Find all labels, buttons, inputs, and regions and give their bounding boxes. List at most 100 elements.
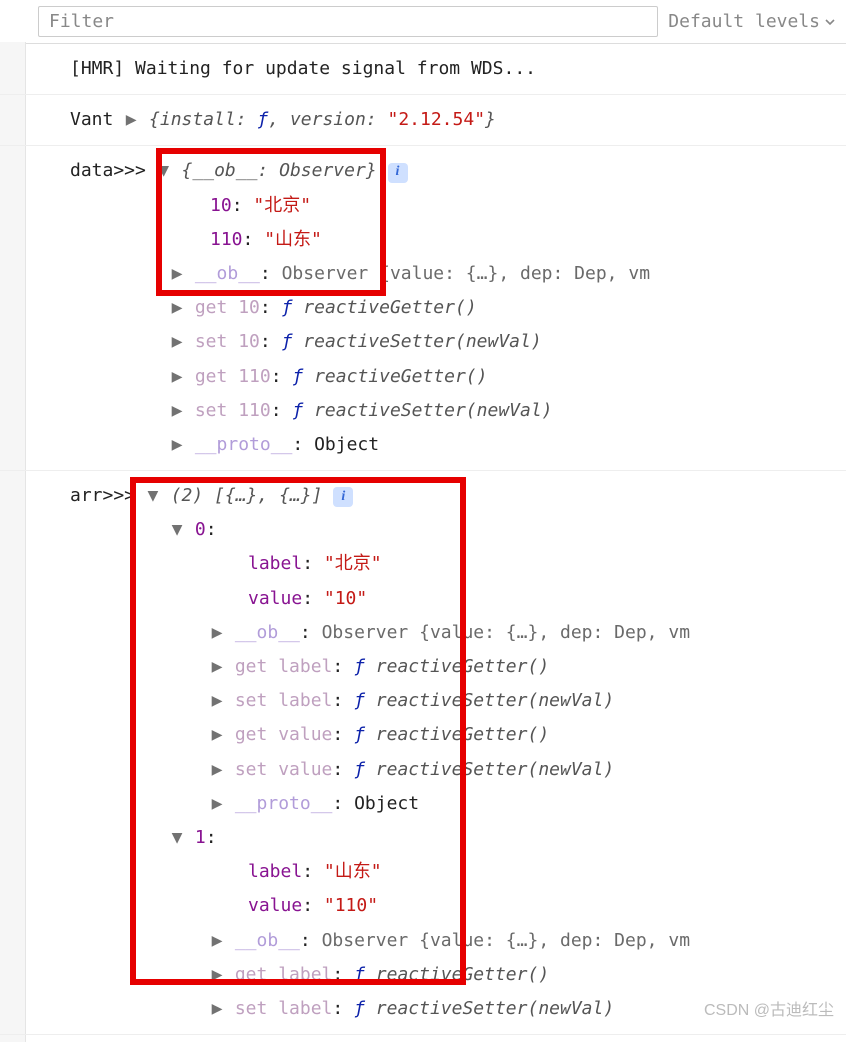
gs: set xyxy=(235,998,268,1019)
gs-fn: reactiveGetter() xyxy=(376,656,549,677)
proto-key: __proto__ xyxy=(235,793,333,814)
ob-key-dim: __ob__ xyxy=(235,930,300,951)
gs-k: label xyxy=(278,656,332,677)
fn-glyph: ƒ xyxy=(354,656,365,677)
gs-fn: reactiveGetter() xyxy=(376,724,549,745)
entry-key-110: 110 xyxy=(210,229,243,250)
arr-idx-1: 1 xyxy=(195,827,206,848)
fn-glyph: ƒ xyxy=(292,366,303,387)
ob-key-dim: __ob__ xyxy=(235,622,300,643)
value-key: value xyxy=(248,895,302,916)
label-val: "北京" xyxy=(324,553,382,574)
console-toolbar: Default levels xyxy=(0,0,846,44)
collapse-icon[interactable]: ▼ xyxy=(146,479,160,513)
vant-prefix: Vant xyxy=(70,109,124,130)
gs-k: value xyxy=(278,759,332,780)
log-levels-dropdown[interactable]: Default levels xyxy=(668,11,836,32)
ob-key: __ob__ xyxy=(192,160,257,181)
gs: get xyxy=(235,724,268,745)
expand-icon[interactable]: ▶ xyxy=(210,616,224,650)
data-prefix: data>>> xyxy=(70,160,157,181)
observer-tail-3: {value: {…}, dep: Dep, vm xyxy=(419,930,690,951)
gs-fn: reactiveSetter(newVal) xyxy=(314,400,552,421)
expand-icon[interactable]: ▶ xyxy=(210,924,224,958)
fn-glyph: ƒ xyxy=(354,724,365,745)
gs: set xyxy=(235,759,268,780)
levels-label: Default levels xyxy=(668,11,820,32)
proto-val: Object xyxy=(314,434,379,455)
fn-glyph: ƒ xyxy=(354,998,365,1019)
fn-glyph: ƒ xyxy=(257,109,268,130)
install-key: install xyxy=(160,109,236,130)
log-line-data: data>>> ▼ {__ob__: Observer} i 10: "北京" … xyxy=(0,146,846,471)
fn-glyph: ƒ xyxy=(354,964,365,985)
arr-idx-0: 0 xyxy=(195,519,206,540)
label-val: "山东" xyxy=(324,861,382,882)
value-val: "110" xyxy=(324,895,378,916)
gs-fn: reactiveGetter() xyxy=(376,964,549,985)
log-line-hmr: [HMR] Waiting for update signal from WDS… xyxy=(0,44,846,95)
filter-input[interactable] xyxy=(38,6,658,37)
expand-icon[interactable]: ▶ xyxy=(170,428,184,462)
fn-glyph: ƒ xyxy=(282,331,293,352)
observer-tail: {value: {…}, dep: Dep, vm xyxy=(379,263,650,284)
expand-icon[interactable]: ▶ xyxy=(210,958,224,992)
gs-fn: reactiveSetter(newVal) xyxy=(376,759,614,780)
fn-glyph: ƒ xyxy=(292,400,303,421)
collapse-icon[interactable]: ▼ xyxy=(170,821,184,855)
entry-val-110: "山东" xyxy=(264,229,322,250)
gs-fn: reactiveSetter(newVal) xyxy=(376,690,614,711)
gs: set xyxy=(235,690,268,711)
observer-type-2: Observer xyxy=(282,263,369,284)
observer-type-4: Observer xyxy=(322,930,409,951)
proto-val: Object xyxy=(354,793,419,814)
label-key: label xyxy=(248,553,302,574)
version-val: "2.12.54" xyxy=(388,109,486,130)
expand-icon[interactable]: ▶ xyxy=(210,684,224,718)
expand-icon[interactable]: ▶ xyxy=(170,360,184,394)
gs-fn: reactiveSetter(newVal) xyxy=(376,998,614,1019)
expand-icon[interactable]: ▶ xyxy=(170,291,184,325)
expand-icon[interactable]: ▶ xyxy=(210,718,224,752)
collapse-icon[interactable]: ▼ xyxy=(157,154,171,188)
hmr-text: [HMR] Waiting for update signal from WDS… xyxy=(70,58,536,79)
log-line-arr: arr>>> ▼ (2) [{…}, {…}] i ▼ 0: label: "北… xyxy=(0,471,846,1035)
expand-icon[interactable]: ▶ xyxy=(210,787,224,821)
gs-k: label xyxy=(278,964,332,985)
version-key: version xyxy=(290,109,366,130)
collapse-icon[interactable]: ▼ xyxy=(170,513,184,547)
gs-k: label xyxy=(278,690,332,711)
arr-prefix: arr>>> xyxy=(70,485,146,506)
info-icon[interactable]: i xyxy=(333,487,353,507)
expand-icon[interactable]: ▶ xyxy=(170,394,184,428)
fn-glyph: ƒ xyxy=(282,297,293,318)
fn-glyph: ƒ xyxy=(354,690,365,711)
fn-glyph: ƒ xyxy=(354,759,365,780)
gs-k: label xyxy=(278,998,332,1019)
gs: get xyxy=(195,366,228,387)
gs-fn: reactiveGetter() xyxy=(303,297,476,318)
gs-k: 110 xyxy=(238,400,271,421)
expand-icon[interactable]: ▶ xyxy=(210,650,224,684)
gs-k: 10 xyxy=(238,331,260,352)
expand-icon[interactable]: ▶ xyxy=(124,103,138,137)
info-icon[interactable]: i xyxy=(388,163,408,183)
chevron-down-icon xyxy=(824,16,836,28)
gs: set xyxy=(195,400,228,421)
gs-fn: reactiveSetter(newVal) xyxy=(303,331,541,352)
gs: get xyxy=(235,964,268,985)
expand-icon[interactable]: ▶ xyxy=(170,325,184,359)
expand-icon[interactable]: ▶ xyxy=(210,753,224,787)
gs-k: value xyxy=(278,724,332,745)
log-line-vant: Vant ▶ {install: ƒ, version: "2.12.54"} xyxy=(0,95,846,146)
gs: get xyxy=(195,297,228,318)
arr-header: (2) [{…}, {…}] xyxy=(171,485,323,506)
gs: get xyxy=(235,656,268,677)
observer-tail-2: {value: {…}, dep: Dep, vm xyxy=(419,622,690,643)
gs-fn: reactiveGetter() xyxy=(314,366,487,387)
expand-icon[interactable]: ▶ xyxy=(210,992,224,1026)
observer-type: Observer xyxy=(279,160,366,181)
entry-val-10: "北京" xyxy=(253,195,311,216)
expand-icon[interactable]: ▶ xyxy=(170,257,184,291)
gs: set xyxy=(195,331,228,352)
